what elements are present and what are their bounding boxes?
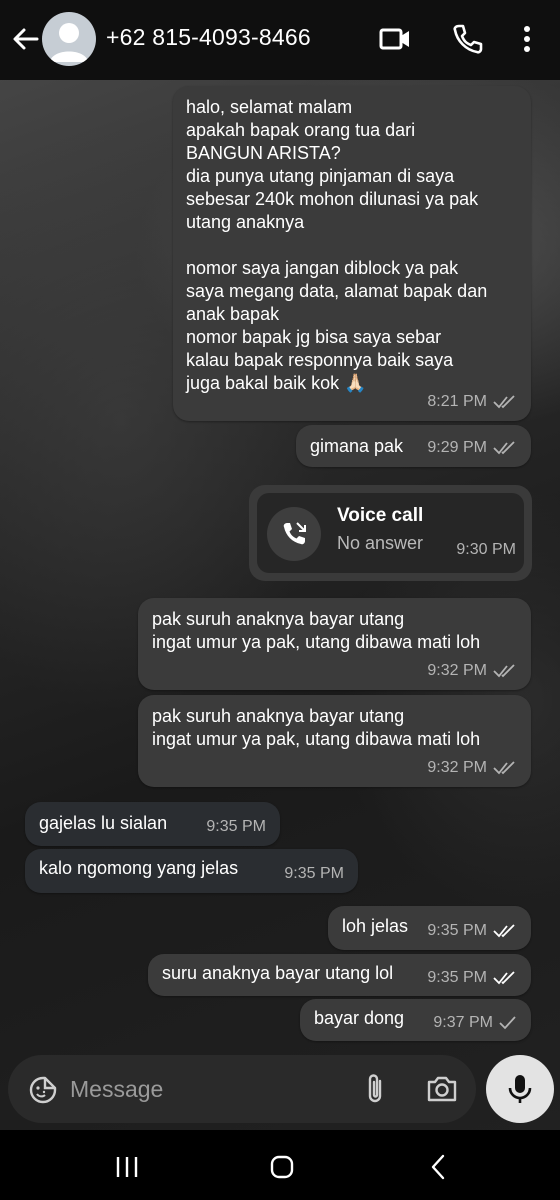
message-time: 9:35 PM: [427, 922, 487, 939]
call-title: Voice call: [337, 505, 424, 526]
message-time: 9:35 PM: [427, 969, 487, 986]
message-bubble-outgoing[interactable]: bayar dong 9:37 PM: [300, 999, 531, 1041]
message-meta: 9:29 PM: [427, 436, 517, 459]
double-check-read-icon: [493, 394, 515, 408]
double-check-read-icon: [493, 440, 515, 454]
message-bubble-outgoing[interactable]: gimana pak 9:29 PM: [296, 425, 531, 467]
message-bubble-outgoing[interactable]: pak suruh anaknya bayar utang ingat umur…: [138, 695, 531, 787]
message-time: 9:29 PM: [427, 439, 487, 456]
video-call-icon[interactable]: [378, 22, 412, 56]
message-meta: 8:21 PM: [427, 390, 517, 413]
message-meta: 9:32 PM: [427, 659, 517, 682]
message-bubble-outgoing[interactable]: suru anaknya bayar utang lol 9:35 PM: [148, 954, 531, 996]
back-arrow-icon[interactable]: [10, 24, 40, 54]
call-status: No answer: [337, 533, 424, 553]
missed-call-icon: [267, 507, 321, 561]
mic-button[interactable]: [486, 1055, 554, 1123]
message-text: pak suruh anaknya bayar utang ingat umur…: [152, 706, 481, 749]
system-navigation-bar: [0, 1130, 560, 1200]
message-text: kalo ngomong yang jelas: [39, 858, 239, 878]
avatar[interactable]: [42, 12, 96, 66]
more-vertical-icon[interactable]: [510, 22, 544, 56]
message-meta: 9:32 PM: [427, 756, 517, 779]
message-time: 9:32 PM: [427, 662, 487, 679]
message-meta: 9:35 PM: [427, 919, 517, 942]
message-text: gajelas lu sialan: [39, 813, 168, 833]
recents-icon[interactable]: [112, 1152, 142, 1182]
message-text: suru anaknya bayar utang lol: [162, 963, 394, 983]
mic-icon: [508, 1075, 532, 1103]
message-meta: 9:35 PM: [206, 815, 266, 838]
message-text: loh jelas: [342, 916, 409, 936]
chat-header: +62 815-4093-8466: [0, 0, 560, 80]
message-text: bayar dong: [314, 1008, 405, 1028]
camera-icon[interactable]: [425, 1073, 459, 1105]
default-avatar-icon: [50, 23, 88, 62]
message-text: pak suruh anaknya bayar utang ingat umur…: [152, 609, 481, 652]
single-check-sent-icon: [499, 1015, 516, 1029]
message-bubble-outgoing[interactable]: loh jelas 9:35 PM: [328, 906, 531, 950]
message-composer: [8, 1055, 476, 1123]
message-bubble-outgoing[interactable]: pak suruh anaknya bayar utang ingat umur…: [138, 598, 531, 690]
message-time: 9:37 PM: [433, 1014, 493, 1031]
message-bubble-incoming[interactable]: gajelas lu sialan 9:35 PM: [25, 802, 280, 846]
double-check-read-icon: [493, 760, 515, 774]
contact-name[interactable]: +62 815-4093-8466: [106, 24, 311, 51]
message-text: gimana pak: [310, 436, 404, 456]
message-meta: 9:35 PM: [284, 862, 344, 885]
double-check-read-icon: [493, 663, 515, 677]
double-check-read-icon: [493, 923, 515, 937]
message-text: halo, selamat malam apakah bapak orang t…: [186, 97, 488, 393]
sticker-icon[interactable]: [28, 1075, 58, 1105]
message-time: 9:32 PM: [427, 759, 487, 776]
message-meta: 9:37 PM: [433, 1011, 517, 1034]
message-time: 8:21 PM: [427, 393, 487, 410]
message-time: 9:35 PM: [284, 865, 344, 882]
back-icon[interactable]: [424, 1152, 454, 1182]
phone-icon[interactable]: [450, 22, 484, 56]
attach-icon[interactable]: [360, 1072, 390, 1106]
double-check-read-icon: [493, 970, 515, 984]
message-time: 9:35 PM: [206, 818, 266, 835]
voice-call-card[interactable]: Voice call No answer 9:30 PM: [249, 485, 532, 581]
voice-call-inner: Voice call No answer 9:30 PM: [257, 493, 524, 573]
message-input[interactable]: [70, 1069, 330, 1109]
message-meta: 9:35 PM: [427, 966, 517, 989]
call-time: 9:30 PM: [456, 541, 516, 558]
message-bubble-incoming[interactable]: kalo ngomong yang jelas 9:35 PM: [25, 849, 358, 893]
message-bubble-outgoing[interactable]: halo, selamat malam apakah bapak orang t…: [173, 86, 531, 421]
home-icon[interactable]: [267, 1152, 297, 1182]
